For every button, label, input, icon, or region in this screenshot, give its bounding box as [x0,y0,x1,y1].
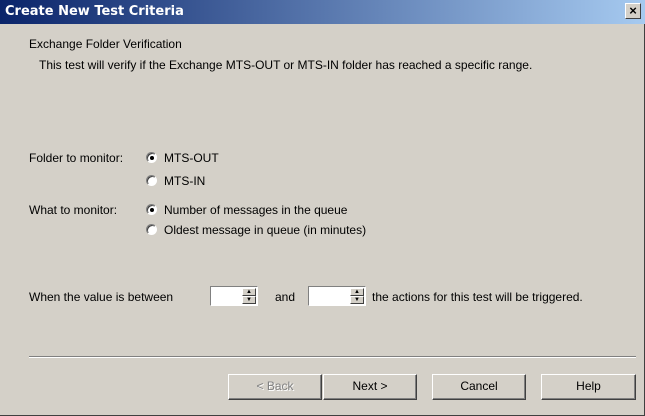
range-suffix: the actions for this test will be trigge… [372,290,583,304]
to-value-spinner[interactable]: ▲ ▼ [308,286,366,306]
cancel-button[interactable]: Cancel [432,374,526,400]
title-bar[interactable]: Create New Test Criteria × [0,0,645,24]
from-spin-buttons: ▲ ▼ [242,288,256,304]
radio-oldest-message[interactable] [146,224,157,235]
section-description: This test will verify if the Exchange MT… [39,58,533,72]
radio-selected-dot [150,156,154,160]
radio-mts-in[interactable] [146,175,157,186]
help-button[interactable]: Help [541,374,636,400]
close-icon[interactable]: × [625,3,641,19]
to-value-input[interactable] [311,288,337,302]
section-title: Exchange Folder Verification [29,37,182,51]
spin-up-icon[interactable]: ▲ [242,288,256,296]
back-button[interactable]: < Back [228,374,322,400]
radio-mts-in-label[interactable]: MTS-IN [164,174,205,188]
next-button[interactable]: Next > [323,374,417,400]
monitor-label: What to monitor: [29,203,118,217]
to-spin-buttons: ▲ ▼ [350,288,364,304]
window-title: Create New Test Criteria [5,4,184,19]
from-value-spinner[interactable]: ▲ ▼ [210,286,258,306]
radio-message-count-label[interactable]: Number of messages in the queue [164,203,347,217]
radio-selected-dot [150,208,154,212]
folder-label: Folder to monitor: [29,151,124,165]
radio-message-count[interactable] [146,204,157,215]
range-and: and [275,290,296,304]
button-separator [29,356,636,358]
radio-mts-out-label[interactable]: MTS-OUT [164,151,219,165]
radio-oldest-message-label[interactable]: Oldest message in queue (in minutes) [164,223,366,237]
spin-down-icon[interactable]: ▼ [242,296,256,304]
spin-down-icon[interactable]: ▼ [350,296,364,304]
create-test-criteria-dialog: Create New Test Criteria × Exchange Fold… [0,0,645,416]
range-prefix: When the value is between [29,290,174,304]
radio-mts-out[interactable] [146,152,157,163]
spin-up-icon[interactable]: ▲ [350,288,364,296]
from-value-input[interactable] [213,288,239,302]
